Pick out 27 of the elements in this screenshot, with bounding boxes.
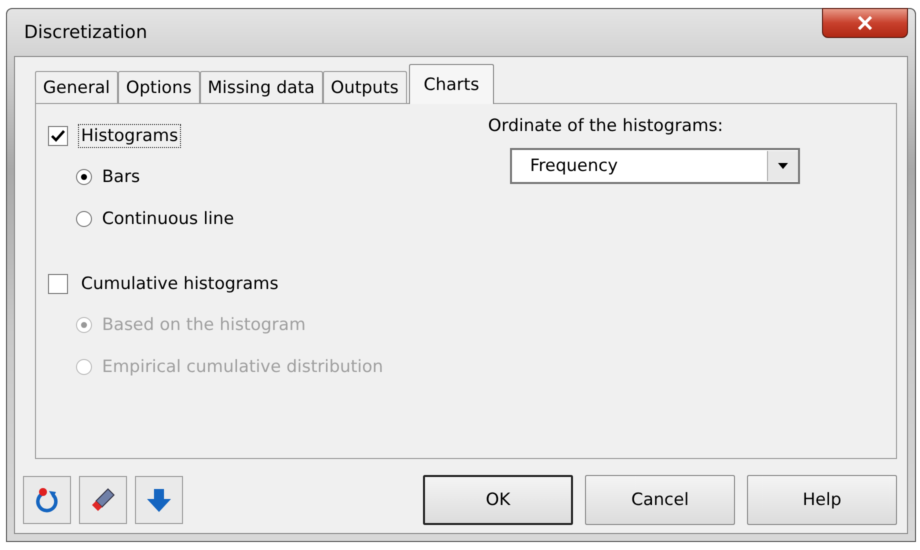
- checkbox[interactable]: [48, 126, 68, 146]
- radio-label[interactable]: Bars: [102, 167, 140, 187]
- window-title: Discretization: [23, 22, 148, 43]
- eraser-button[interactable]: [79, 476, 127, 524]
- down-arrow-icon: [146, 487, 172, 513]
- dialog-button[interactable]: Help: [747, 475, 897, 525]
- dialog-button[interactable]: OK: [423, 475, 573, 525]
- close-button[interactable]: [822, 8, 908, 38]
- dialog-button[interactable]: Cancel: [585, 475, 735, 525]
- tab[interactable]: Options: [118, 71, 200, 103]
- reset-button[interactable]: [23, 476, 71, 524]
- circular-arrow-icon: [34, 487, 60, 513]
- checkbox[interactable]: [48, 274, 68, 294]
- tab[interactable]: General: [35, 71, 118, 103]
- tab[interactable]: Missing data: [200, 71, 323, 103]
- radio-label[interactable]: Continuous line: [102, 209, 234, 229]
- checkbox-label[interactable]: Cumulative histograms: [78, 272, 282, 296]
- tab[interactable]: Charts: [408, 64, 494, 104]
- down-arrow-button[interactable]: [135, 476, 183, 524]
- ordinate-dropdown[interactable]: Frequency: [510, 148, 800, 184]
- field-label: Ordinate of the histograms:: [488, 116, 724, 136]
- eraser-icon: [90, 487, 116, 513]
- radio-button[interactable]: [76, 169, 92, 185]
- tab[interactable]: Outputs: [322, 71, 407, 103]
- radio-button[interactable]: [76, 211, 92, 227]
- close-icon: [857, 16, 873, 30]
- checkbox-label[interactable]: Histograms: [78, 124, 182, 148]
